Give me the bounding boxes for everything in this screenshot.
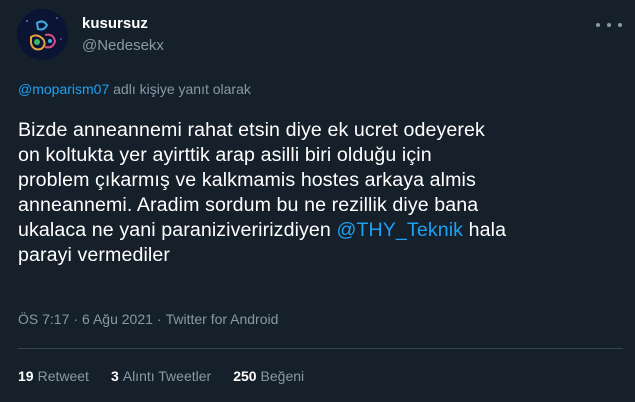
quote-tweets-stat[interactable]: 3 Alıntı Tweetler: [111, 368, 211, 384]
tweet-meta: ÖS 7:17 · 6 Ağu 2021 · Twitter for Android: [18, 311, 278, 327]
quote-tweets-label: Alıntı Tweetler: [122, 368, 212, 384]
tweet-source[interactable]: Twitter for Android: [166, 311, 279, 327]
reply-mention-link[interactable]: @moparism07: [18, 81, 109, 97]
thy-teknik-mention-link[interactable]: @THY_Teknik: [336, 219, 463, 241]
tweet-text: Bizde anneannemi rahat etsin diye ek ucr…: [18, 118, 623, 268]
quote-tweets-count: 3: [110, 368, 119, 384]
tweet-text-line: Bizde anneannemi rahat etsin diye ek ucr…: [18, 119, 485, 141]
retweets-stat[interactable]: 19 Retweet: [18, 368, 89, 384]
tweet-card: kusursuz @Nedesekx @moparism07 adlı kişi…: [0, 0, 635, 402]
tweet-text-line: problem çıkarmış ve kalkmamis hostes ark…: [18, 169, 476, 191]
tweet-text-line: parayi vermediler: [18, 244, 170, 266]
avatar-image: [17, 9, 68, 60]
tweet-text-line: anneannemi. Aradim sordum bu ne rezillik…: [18, 194, 479, 216]
tweet-date[interactable]: 6 Ağu 2021: [82, 311, 153, 327]
tweet-text-line: on koltukta yer ayirttik arap asilli bir…: [18, 144, 432, 166]
tweet-text-fragment: ukalaca ne yani paraniziveririzdiyen: [18, 219, 337, 241]
more-dot: [596, 23, 600, 27]
tweet-time[interactable]: ÖS 7:17: [18, 311, 69, 327]
likes-stat[interactable]: 250 Beğeni: [233, 368, 304, 384]
meta-separator: ·: [73, 311, 79, 327]
author-handle[interactable]: @Nedesekx: [82, 37, 164, 54]
tweet-text-line: ukalaca ne yani paraniziveririzdiyen @TH…: [18, 218, 623, 243]
retweets-label: Retweet: [37, 368, 89, 384]
more-dot: [618, 23, 622, 27]
avatar[interactable]: [17, 9, 68, 60]
meta-separator: ·: [156, 311, 162, 327]
tweet-text-fragment: hala: [463, 219, 507, 241]
likes-label: Beğeni: [260, 368, 305, 384]
likes-count: 250: [233, 368, 257, 384]
more-dot: [607, 23, 611, 27]
divider: [18, 348, 623, 349]
more-horizontal-icon[interactable]: [596, 16, 622, 34]
reply-context-text: adlı kişiye yanıt olarak: [109, 81, 251, 97]
reply-context: @moparism07 adlı kişiye yanıt olarak: [18, 81, 251, 97]
tweet-stats: 19 Retweet 3 Alıntı Tweetler 250 Beğeni: [18, 368, 304, 384]
author-name[interactable]: kusursuz: [82, 15, 148, 32]
retweets-count: 19: [18, 368, 34, 384]
